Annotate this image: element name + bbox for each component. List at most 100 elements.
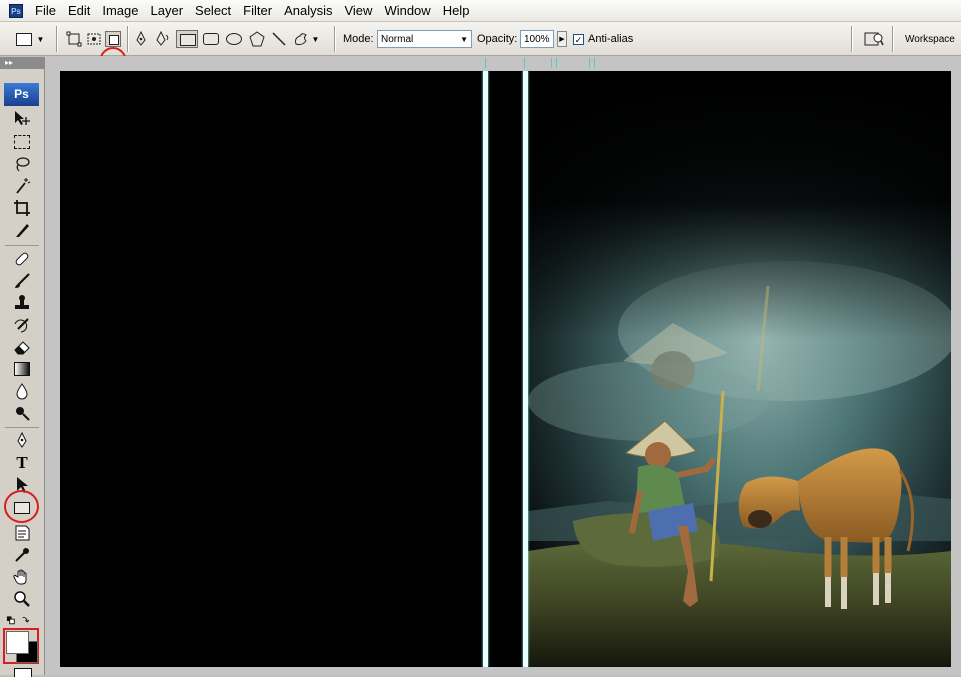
menu-view[interactable]: View <box>338 0 378 21</box>
pen-tool-button[interactable] <box>132 28 150 50</box>
hand-tool[interactable] <box>12 567 32 587</box>
lasso-tool[interactable] <box>12 154 32 174</box>
ruler-guide-marker <box>485 58 486 68</box>
mode-select-field: Normal ▼ <box>377 30 472 48</box>
notes-tool[interactable] <box>12 523 32 543</box>
zoom-tool[interactable] <box>12 589 32 609</box>
lasso-icon <box>16 157 30 172</box>
tool-preset-icon <box>15 32 32 46</box>
ruler-guide-marker <box>589 58 590 68</box>
eyedropper-tool[interactable] <box>12 545 32 565</box>
slice-tool[interactable] <box>12 220 32 240</box>
type-icon: T <box>16 453 28 472</box>
options-bar: ▼ ▼ Mode: Normal ▼ Opacity: 100% ▶ ✓ Ant… <box>0 22 961 77</box>
antialias-checkbox[interactable]: ✓ <box>573 28 584 50</box>
clone-stamp-tool[interactable] <box>12 293 32 313</box>
marquee-tool[interactable] <box>12 132 32 152</box>
line-button[interactable] <box>270 28 288 50</box>
paths-icon <box>87 33 101 45</box>
vertical-guide[interactable] <box>523 71 528 667</box>
rounded-rectangle-icon <box>203 33 219 45</box>
freeform-pen-icon <box>156 31 169 46</box>
divider <box>127 26 129 52</box>
blur-tool[interactable] <box>12 381 32 401</box>
quick-mask-button[interactable] <box>14 668 32 677</box>
file-browser-button[interactable] <box>861 28 887 50</box>
history-brush-tool[interactable] <box>12 315 32 335</box>
menu-select[interactable]: Select <box>189 0 237 21</box>
photoshop-app-icon[interactable]: Ps <box>9 3 23 18</box>
photoshop-logo[interactable]: Ps <box>4 83 39 106</box>
eyedropper-icon <box>15 548 29 562</box>
pen-icon <box>136 31 146 46</box>
history-brush-icon <box>14 318 29 333</box>
menu-image[interactable]: Image <box>96 0 144 21</box>
workspace-button[interactable]: Workspace <box>905 28 955 50</box>
magnifier-icon <box>14 591 30 607</box>
rounded-rectangle-button[interactable] <box>201 28 221 50</box>
stamp-icon <box>15 295 29 309</box>
ruler-guide-marker <box>551 58 552 68</box>
divider <box>892 26 894 52</box>
line-icon <box>272 32 286 46</box>
dodge-tool[interactable] <box>12 403 32 423</box>
tool-preset-picker[interactable]: ▼ <box>14 28 46 50</box>
brush-tool[interactable] <box>12 271 32 291</box>
freeform-pen-button[interactable] <box>154 28 172 50</box>
dodge-icon <box>16 407 30 421</box>
red-highlight-circle <box>4 490 39 523</box>
gradient-tool[interactable] <box>12 359 32 379</box>
photo-boy-with-cow <box>528 71 951 667</box>
shape-layers-icon <box>66 31 82 47</box>
move-tool[interactable] <box>12 109 32 129</box>
custom-shape-button[interactable]: ▼ <box>291 28 321 50</box>
polygon-icon <box>249 31 265 47</box>
mode-value: Normal <box>381 34 414 45</box>
antialias-label: Anti-alias <box>588 33 634 45</box>
pen-tool[interactable] <box>12 431 32 451</box>
menu-help[interactable]: Help <box>437 0 476 21</box>
chevron-down-icon: ▼ <box>460 35 468 44</box>
rectangle-shape-button[interactable] <box>175 28 199 50</box>
shape-layers-button[interactable] <box>64 28 84 50</box>
menu-layer[interactable]: Layer <box>145 0 190 21</box>
divider <box>5 427 39 428</box>
menu-analysis[interactable]: Analysis <box>278 0 338 21</box>
checkmark-icon: ✓ <box>573 33 584 45</box>
slice-icon <box>16 224 29 237</box>
divider <box>334 26 336 52</box>
type-tool[interactable]: T <box>12 453 32 473</box>
move-icon <box>15 111 30 125</box>
bandage-icon <box>15 252 29 266</box>
menu-window[interactable]: Window <box>378 0 436 21</box>
ellipse-button[interactable] <box>224 28 244 50</box>
file-browser-icon <box>864 32 884 46</box>
eraser-tool[interactable] <box>12 337 32 357</box>
toolbox-grip[interactable]: ▸▸ <box>0 57 44 69</box>
rectangle-shape-icon <box>176 30 198 48</box>
note-icon <box>15 525 30 541</box>
menu-filter[interactable]: Filter <box>237 0 278 21</box>
opacity-field: 100% <box>520 30 554 48</box>
paths-button[interactable] <box>84 28 104 50</box>
divider <box>851 26 853 52</box>
opacity-input[interactable]: 100% <box>520 28 554 50</box>
vertical-guide[interactable] <box>483 71 488 667</box>
menu-edit[interactable]: Edit <box>62 0 96 21</box>
gradient-icon <box>14 362 30 376</box>
ruler-guide-marker <box>524 58 525 68</box>
magic-wand-tool[interactable] <box>12 176 32 196</box>
polygon-button[interactable] <box>247 28 267 50</box>
healing-brush-tool[interactable] <box>12 249 32 269</box>
pen-icon <box>17 432 27 448</box>
opacity-label: Opacity: <box>477 33 518 45</box>
mode-select[interactable]: Normal ▼ <box>377 28 472 50</box>
foreground-color-swatch[interactable] <box>6 631 29 654</box>
canvas-area <box>45 56 961 675</box>
opacity-slider-button[interactable]: ▶ <box>556 28 568 50</box>
magic-wand-icon <box>16 178 31 194</box>
ruler-guide-marker <box>556 58 557 68</box>
menu-file[interactable]: File <box>29 0 62 21</box>
document-canvas[interactable] <box>60 71 951 667</box>
crop-tool[interactable] <box>12 198 32 218</box>
